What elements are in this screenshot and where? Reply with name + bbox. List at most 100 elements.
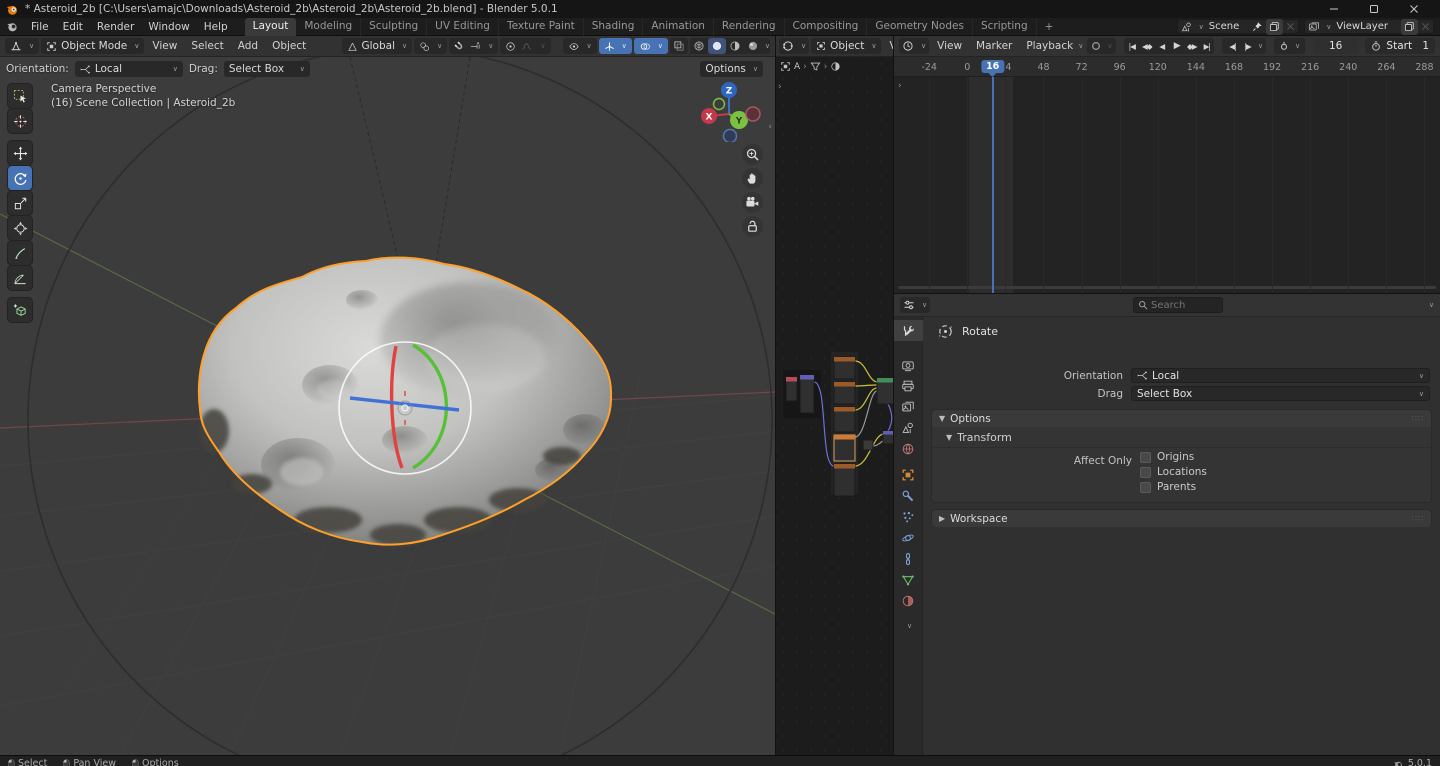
add-workspace-button[interactable]: + [1037, 21, 1062, 33]
timeline-body[interactable]: › [894, 77, 1440, 293]
jump-to-end-button[interactable]: ▶| [1199, 42, 1214, 51]
workspace-tab-uv-editing[interactable]: UV Editing [427, 18, 499, 36]
workspace-tab-geometry-nodes[interactable]: Geometry Nodes [867, 18, 973, 36]
close-button[interactable] [1394, 0, 1434, 18]
workspace-tab-shading[interactable]: Shading [584, 18, 644, 36]
checkbox-origins[interactable] [1140, 452, 1151, 463]
pin-icon[interactable] [1252, 21, 1263, 32]
next-keyframe-button[interactable]: ◆▶ [1184, 42, 1199, 51]
mode-selector[interactable]: Object Mode∨ [41, 38, 144, 54]
properties-tab-tool[interactable] [894, 320, 923, 341]
scene-selector[interactable]: ∨ Scene [1177, 19, 1300, 34]
properties-tab-particles[interactable] [894, 506, 923, 527]
menu-help[interactable]: Help [197, 18, 235, 36]
delete-scene-button[interactable] [1286, 22, 1295, 31]
delete-view-layer-button[interactable] [1421, 22, 1430, 31]
step-dropdown[interactable]: ∨ [1258, 42, 1263, 50]
timeline-menu-marker[interactable]: Marker [970, 40, 1018, 52]
step-forward-button[interactable]: |▶ [1240, 42, 1255, 51]
step-back-button[interactable]: ◀| [1225, 42, 1240, 51]
navigation-axis-gizmo[interactable]: Z X Y [697, 78, 761, 142]
node-canvas[interactable] [776, 57, 893, 755]
play-reverse-button[interactable]: ◀ [1154, 42, 1169, 51]
tool-drag-dropdown[interactable]: Select Box ∨ [224, 61, 310, 77]
checkbox-parents[interactable] [1140, 482, 1151, 493]
move-tool[interactable] [8, 141, 32, 165]
shading-solid-button[interactable] [708, 38, 726, 54]
properties-tab-object[interactable] [894, 464, 923, 485]
editor-type-button[interactable]: ∨ [899, 38, 929, 54]
viewport-menu-view[interactable]: View [146, 40, 183, 52]
editor-type-button[interactable]: ∨ [900, 297, 930, 313]
panel-grip-icon[interactable]: ∷∷ [1412, 514, 1424, 523]
proportional-editing-controls[interactable]: ∨ [500, 38, 550, 54]
channel-region-arrow[interactable]: › [898, 81, 902, 91]
workspace-panel-header[interactable]: ▶ Workspace ∷∷ [932, 510, 1431, 527]
workspace-tab-scripting[interactable]: Scripting [973, 18, 1037, 36]
workspace-tab-texture-paint[interactable]: Texture Paint [499, 18, 584, 36]
select-box-tool[interactable] [8, 84, 32, 108]
new-scene-button[interactable] [1266, 19, 1283, 35]
show-overlays-toggle[interactable]: ∨ [634, 38, 668, 54]
properties-tab-render[interactable] [894, 354, 923, 375]
timeline-menu-playback[interactable]: Playback [1020, 40, 1079, 52]
node-editor-menu-view-clipped[interactable]: View [883, 40, 893, 52]
workspace-tab-layout[interactable]: Layout [245, 18, 297, 36]
editor-type-button[interactable]: ∨ [5, 38, 39, 54]
maximize-button[interactable] [1354, 0, 1394, 18]
lock-button[interactable] [742, 216, 763, 237]
playhead[interactable] [992, 77, 994, 293]
start-frame-field[interactable]: Start 1 [1365, 38, 1435, 54]
rotate-tool[interactable] [8, 166, 32, 190]
timeline-ruler[interactable]: -2402448729612014416819221624026428816 [894, 57, 1440, 77]
play-button[interactable]: ▶ [1169, 41, 1184, 51]
camera-view-button[interactable] [742, 192, 763, 213]
properties-tab-view-layer[interactable] [894, 396, 923, 417]
checkbox-locations[interactable] [1140, 467, 1151, 478]
menu-render[interactable]: Render [90, 18, 141, 36]
show-gizmo-toggle[interactable]: ∨ [599, 38, 632, 54]
properties-tab-scene[interactable] [894, 417, 923, 438]
shading-dropdown[interactable]: ∨ [765, 42, 770, 50]
properties-tab-physics[interactable] [894, 527, 923, 548]
jump-to-start-button[interactable]: |◀ [1124, 42, 1139, 51]
shading-wireframe-button[interactable] [690, 38, 708, 54]
geometry-node-editor[interactable]: ∨ Object∨ View A › › › [775, 36, 893, 755]
shading-rendered-button[interactable] [744, 38, 762, 54]
transform-tool[interactable] [8, 216, 32, 240]
minimize-button[interactable] [1314, 0, 1354, 18]
current-frame-badge[interactable]: 16 [981, 60, 1004, 73]
cursor-tool[interactable] [8, 109, 32, 133]
transform-subpanel-header[interactable]: ▼ Transform [946, 431, 1012, 444]
timeline-menu-view[interactable]: View [931, 40, 968, 52]
options-panel-header[interactable]: ▼ Options ∷∷ [932, 410, 1431, 427]
transform-orientation-selector[interactable]: Global∨ [342, 38, 413, 54]
properties-options-dropdown[interactable]: ∨ [1429, 301, 1434, 309]
editor-type-button[interactable]: ∨ [779, 38, 809, 54]
properties-tab-world[interactable] [894, 438, 923, 459]
viewport-menu-object[interactable]: Object [266, 40, 312, 52]
properties-tab-constraints[interactable] [894, 548, 923, 569]
orientation-field[interactable]: Local ∨ [1131, 368, 1430, 383]
properties-search[interactable] [1133, 297, 1223, 313]
viewport-menu-add[interactable]: Add [232, 40, 264, 52]
properties-tab-modifiers[interactable] [894, 485, 923, 506]
annotate-tool[interactable] [8, 241, 32, 265]
workspace-tab-rendering[interactable]: Rendering [714, 18, 785, 36]
panel-grip-icon[interactable]: ∷∷ [1412, 414, 1424, 423]
object-type-visibility-button[interactable]: ∨ [563, 38, 597, 54]
workspace-tab-animation[interactable]: Animation [643, 18, 714, 36]
new-view-layer-button[interactable] [1401, 19, 1418, 35]
timeline-scrollbar[interactable] [898, 286, 1436, 289]
search-input[interactable] [1151, 300, 1211, 311]
viewport-menu-select[interactable]: Select [185, 40, 229, 52]
blender-menu-icon[interactable] [0, 20, 24, 33]
region-toggle-arrow[interactable]: › [778, 82, 782, 92]
workspace-tab-compositing[interactable]: Compositing [785, 18, 868, 36]
viewport-3d[interactable]: ∨ Object Mode∨ View Select Add Object Gl… [0, 36, 775, 755]
shading-material-button[interactable] [726, 38, 744, 54]
pivot-point-selector[interactable]: ∨ [414, 38, 447, 54]
measure-tool[interactable] [8, 266, 32, 290]
timeline-editor[interactable]: ∨ View Marker Playback ∨ ∨ |◀ ◀◆ ◀ ▶ ◆▶ … [893, 36, 1440, 293]
current-frame-field[interactable]: 16 [1314, 38, 1358, 54]
